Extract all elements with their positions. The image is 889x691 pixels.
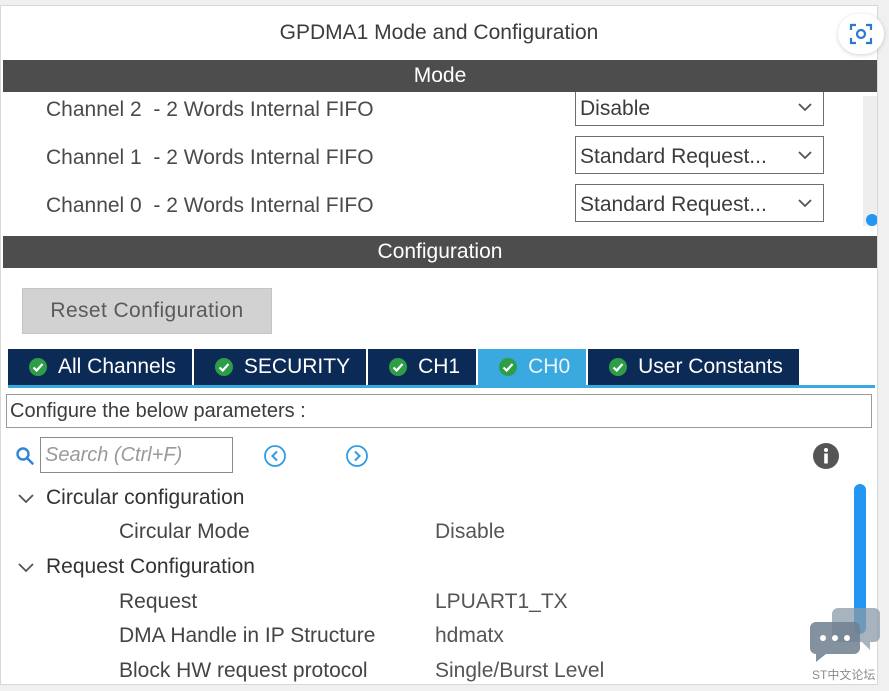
check-circle-icon (499, 358, 518, 376)
select-value: Disable (580, 97, 651, 120)
param-row[interactable]: DMA Handle in IP Structure hdmatx (1, 622, 851, 652)
check-circle-icon (214, 358, 233, 376)
scan-button[interactable] (838, 14, 884, 54)
mode-channel-list: Channel 2 - 2 Words Internal FIFO Disabl… (3, 92, 863, 224)
channel-label: Channel 2 - 2 Words Internal FIFO (46, 98, 374, 121)
mode-section-header: Mode (3, 60, 877, 92)
search-input[interactable] (40, 437, 233, 473)
param-row[interactable]: Circular Mode Disable (1, 518, 851, 548)
param-name: Block HW request protocol (119, 659, 368, 682)
chat-bubble-icon[interactable] (808, 606, 882, 662)
config-window: GPDMA1 Mode and Configuration Mode Chann… (0, 5, 878, 685)
configuration-section-header: Configuration (3, 236, 877, 268)
group-label: Request Configuration (46, 555, 255, 578)
select-value: Standard Request... (580, 193, 767, 216)
param-name: Circular Mode (119, 520, 250, 543)
mode-scrollbar[interactable] (863, 96, 877, 226)
tab-all-channels[interactable]: All Channels (8, 349, 192, 385)
param-row[interactable]: Block HW request protocol Single/Burst L… (1, 657, 851, 684)
param-row[interactable]: Request LPUART1_TX (1, 588, 851, 618)
tab-label: CH0 (528, 355, 571, 378)
mode-row-channel-1: Channel 1 - 2 Words Internal FIFO Standa… (3, 136, 863, 184)
chevron-down-icon (798, 199, 812, 208)
forum-watermark: ST中文论坛 (812, 668, 876, 682)
chevron-down-icon (798, 103, 812, 112)
channel-2-select[interactable]: Disable (575, 92, 824, 126)
tab-label: SECURITY (243, 355, 351, 378)
param-value[interactable]: LPUART1_TX (435, 590, 568, 614)
mode-row-channel-2: Channel 2 - 2 Words Internal FIFO Disabl… (3, 92, 863, 136)
param-value[interactable]: Single/Burst Level (435, 659, 604, 683)
window-title: GPDMA1 Mode and Configuration (279, 21, 599, 44)
check-circle-icon (609, 358, 628, 376)
channel-label: Channel 0 - 2 Words Internal FIFO (46, 194, 374, 217)
mode-scrollbar-thumb[interactable] (866, 214, 877, 226)
tab-underline (8, 385, 875, 388)
scan-icon (849, 23, 873, 45)
channel-0-select[interactable]: Standard Request... (575, 184, 824, 222)
info-icon[interactable] (812, 442, 840, 470)
param-name: DMA Handle in IP Structure (119, 624, 376, 647)
tab-ch0[interactable]: CH0 (478, 349, 587, 385)
reset-configuration-button[interactable]: Reset Configuration (22, 288, 272, 334)
group-circular-configuration[interactable]: Circular configuration (1, 484, 851, 514)
tab-label: CH1 (418, 355, 461, 378)
select-value: Standard Request... (580, 145, 767, 168)
tab-user-constants[interactable]: User Constants (588, 349, 799, 385)
circle-chevron-right-icon[interactable] (345, 444, 369, 468)
config-tabs: All Channels SECURITY CH1 CH0 User Const… (8, 349, 801, 385)
param-value[interactable]: hdmatx (435, 624, 504, 648)
param-name: Request (119, 590, 198, 613)
group-label: Circular configuration (46, 486, 245, 509)
parameters-description: Configure the below parameters : (6, 394, 872, 428)
group-request-configuration[interactable]: Request Configuration (1, 553, 851, 583)
tab-ch1[interactable]: CH1 (368, 349, 477, 385)
circle-chevron-left-icon[interactable] (263, 444, 287, 468)
check-circle-icon (29, 358, 47, 376)
chevron-down-icon[interactable] (17, 492, 35, 506)
channel-1-select[interactable]: Standard Request... (575, 136, 824, 174)
channel-label: Channel 1 - 2 Words Internal FIFO (46, 146, 374, 169)
param-value[interactable]: Disable (435, 520, 505, 544)
search-icon[interactable] (15, 446, 35, 466)
check-circle-icon (389, 358, 408, 376)
mode-row-channel-0: Channel 0 - 2 Words Internal FIFO Standa… (3, 184, 863, 224)
chevron-down-icon (798, 151, 812, 160)
chevron-down-icon[interactable] (17, 561, 35, 575)
tab-label: All Channels (58, 355, 176, 378)
tab-security[interactable]: SECURITY (193, 349, 367, 385)
tab-label: User Constants (638, 355, 783, 378)
